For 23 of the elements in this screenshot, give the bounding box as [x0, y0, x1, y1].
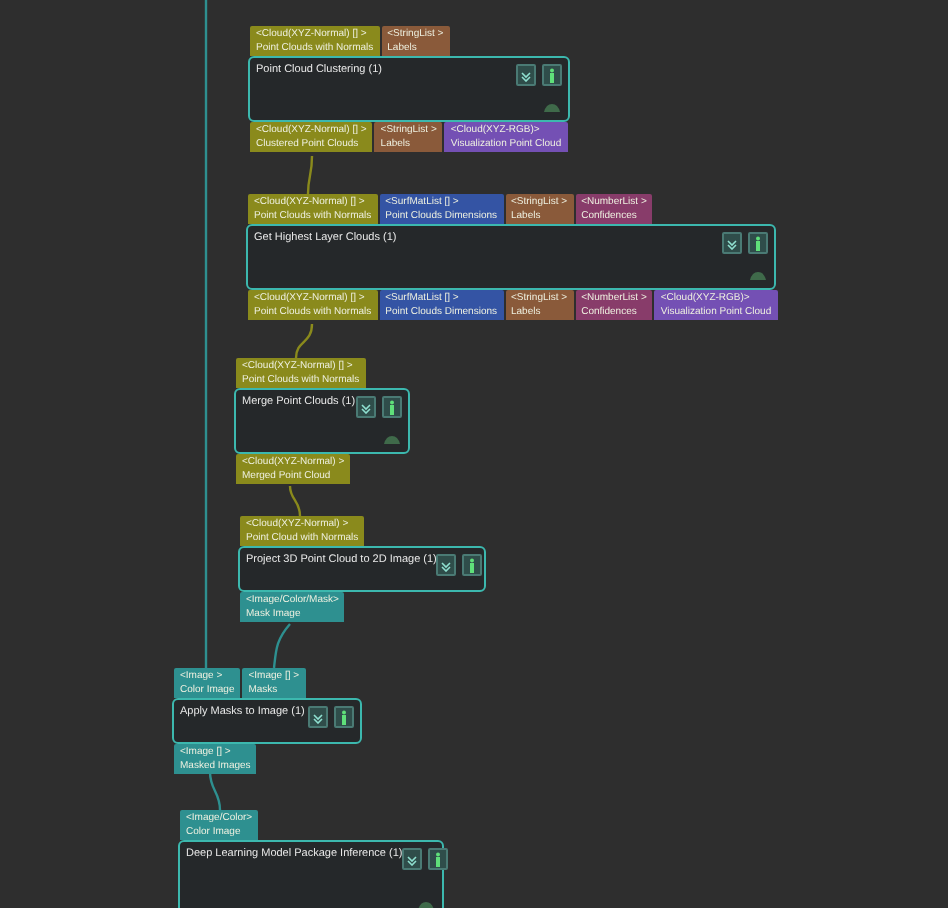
connector-line	[272, 623, 291, 669]
pin-button[interactable]	[428, 848, 449, 870]
collapse-button[interactable]	[308, 706, 328, 728]
pin-button[interactable]	[462, 554, 483, 576]
collapse-button[interactable]	[402, 848, 423, 870]
collapse-button[interactable]	[722, 232, 742, 254]
connector-line	[294, 323, 314, 359]
chevron-down-icon	[360, 401, 372, 413]
connector-line	[208, 771, 222, 811]
pin-button[interactable]	[382, 396, 402, 418]
chevron-down-icon	[312, 711, 324, 723]
collapse-button[interactable]	[436, 554, 457, 576]
pin-button[interactable]	[542, 64, 562, 86]
pin-button[interactable]	[748, 232, 768, 254]
connector-line	[306, 155, 314, 195]
chevron-down-icon	[440, 559, 453, 571]
connector-line	[288, 485, 302, 517]
collapse-button[interactable]	[356, 396, 376, 418]
collapse-button[interactable]	[516, 64, 536, 86]
chevron-down-icon	[406, 853, 419, 865]
chevron-down-icon	[726, 237, 738, 249]
pin-button[interactable]	[334, 706, 354, 728]
chevron-down-icon	[520, 69, 532, 81]
